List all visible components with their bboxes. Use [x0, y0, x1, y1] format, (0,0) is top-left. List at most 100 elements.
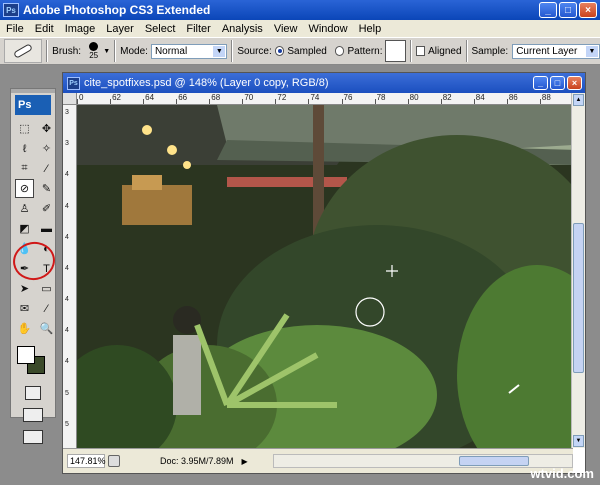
ruler-v-label: 4 — [65, 202, 69, 210]
brush-tip-icon — [89, 42, 99, 51]
aligned-label: Aligned — [428, 45, 462, 57]
crop-tool-icon[interactable]: ⌗ — [15, 159, 34, 178]
menu-analysis[interactable]: Analysis — [222, 23, 263, 35]
ruler-v-label: 5 — [65, 389, 69, 397]
watermark: wtvid.com — [530, 466, 594, 481]
image-canvas[interactable] — [77, 105, 573, 448]
ruler-h-label: 74 — [310, 93, 320, 102]
pattern-radio[interactable] — [334, 46, 345, 56]
zoom-tool-icon[interactable]: 🔍 — [37, 319, 56, 338]
menu-view[interactable]: View — [274, 23, 298, 35]
ruler-h-label: 80 — [409, 93, 419, 102]
doc-close-button[interactable]: × — [567, 76, 582, 90]
menu-bar: File Edit Image Layer Select Filter Anal… — [0, 20, 600, 37]
scroll-down-icon[interactable]: ▼ — [573, 435, 584, 447]
horizontal-scrollbar[interactable] — [273, 454, 573, 468]
menu-window[interactable]: Window — [308, 23, 347, 35]
ruler-v-label: 4 — [65, 233, 69, 241]
ruler-h-label: 76 — [343, 93, 353, 102]
ruler-h-label: 72 — [277, 93, 287, 102]
menu-layer[interactable]: Layer — [106, 23, 134, 35]
sample-select[interactable]: Current Layer ▼ — [512, 43, 600, 59]
app-title-bar: Ps Adobe Photoshop CS3 Extended _ □ × — [0, 0, 600, 20]
gradient-tool-icon[interactable]: ▬ — [37, 219, 56, 238]
path-selection-tool-icon[interactable]: ➤ — [15, 279, 34, 298]
ruler-v-label: 3 — [65, 109, 69, 116]
horizontal-ruler[interactable]: 0 62 64 66 68 70 72 74 76 78 80 82 84 86 88 — [77, 93, 573, 105]
ruler-h-label: 70 — [244, 93, 254, 102]
eyedropper-sample-tool-icon[interactable]: ⁄ — [37, 299, 56, 318]
horizontal-scroll-thumb[interactable] — [459, 456, 529, 466]
menu-edit[interactable]: Edit — [35, 23, 54, 35]
mode-label: Mode: — [120, 45, 148, 57]
move-tool-icon[interactable]: ✥ — [37, 119, 56, 138]
ruler-v-label: 3 — [65, 140, 69, 148]
brush-picker[interactable]: 25 — [85, 42, 102, 60]
magic-wand-tool-icon[interactable]: ✧ — [37, 139, 56, 158]
eyedropper-tool-icon[interactable]: ⁄ — [37, 159, 56, 178]
ruler-h-label: 66 — [178, 93, 188, 102]
clone-stamp-tool-icon[interactable]: ♙ — [15, 199, 34, 218]
ruler-v-label: 4 — [65, 358, 69, 366]
ruler-h-label: 62 — [112, 93, 121, 102]
menu-image[interactable]: Image — [65, 23, 96, 35]
menu-filter[interactable]: Filter — [186, 23, 210, 35]
vertical-scrollbar[interactable]: ▲ ▼ — [571, 93, 585, 448]
chevron-down-icon: ▼ — [585, 45, 598, 57]
document-window: Ps cite_spotfixes.psd @ 148% (Layer 0 co… — [62, 72, 586, 474]
shape-tool-icon[interactable]: ▭ — [37, 279, 56, 298]
source-label: Source: — [237, 45, 272, 57]
brush-dropdown-icon[interactable]: ▼ — [103, 48, 110, 55]
pattern-picker[interactable] — [384, 40, 406, 62]
document-title-bar[interactable]: Ps cite_spotfixes.psd @ 148% (Layer 0 co… — [63, 73, 585, 93]
sample-value: Current Layer — [516, 45, 578, 57]
menu-file[interactable]: File — [6, 23, 24, 35]
ruler-h-label: 78 — [376, 93, 386, 102]
ruler-h-label: 64 — [145, 93, 155, 102]
pattern-label: Pattern: — [347, 45, 383, 57]
notes-tool-icon[interactable]: ✉ — [15, 299, 34, 318]
doc-maximize-button[interactable]: □ — [550, 76, 565, 90]
lasso-tool-icon[interactable]: ℓ — [15, 139, 34, 158]
ruler-v-label: 4 — [65, 327, 69, 335]
edit-in-imageready-icon[interactable] — [23, 430, 43, 444]
spot-healing-brush-tool-icon[interactable]: ⊘ — [15, 179, 34, 198]
document-info: Doc: 3.95M/7.89M — [160, 456, 234, 466]
vertical-scroll-thumb[interactable] — [573, 223, 584, 373]
doc-minimize-button[interactable]: _ — [533, 76, 548, 90]
eraser-tool-icon[interactable]: ◩ — [15, 219, 34, 238]
color-swatches — [15, 344, 51, 380]
menu-select[interactable]: Select — [145, 23, 176, 35]
vertical-ruler[interactable]: 3 3 4 4 4 4 4 4 4 5 5 — [63, 105, 77, 448]
minimize-button[interactable]: _ — [539, 2, 557, 18]
mode-select[interactable]: Normal ▼ — [150, 43, 228, 59]
chevron-down-icon: ▼ — [213, 45, 226, 57]
quick-mask-icon[interactable] — [25, 386, 41, 400]
ruler-v-label: 4 — [65, 171, 69, 179]
ruler-h-label: 86 — [508, 93, 518, 102]
status-info-icon[interactable] — [108, 455, 120, 467]
zoom-field[interactable]: 147.81% — [67, 454, 106, 468]
ruler-v-label: 5 — [65, 420, 69, 428]
scroll-up-icon[interactable]: ▲ — [573, 94, 584, 106]
marquee-tool-icon[interactable]: ⬚ — [15, 119, 34, 138]
document-title: cite_spotfixes.psd @ 148% (Layer 0 copy,… — [84, 77, 329, 89]
sampled-radio[interactable] — [274, 46, 285, 56]
screen-mode-icon[interactable] — [23, 408, 43, 422]
tool-preset-picker[interactable] — [4, 39, 43, 63]
app-title: Adobe Photoshop CS3 Extended — [23, 3, 211, 17]
aligned-checkbox[interactable] — [415, 46, 426, 56]
zoom-value: 147.81% — [70, 456, 106, 466]
menu-help[interactable]: Help — [359, 23, 382, 35]
ruler-origin[interactable] — [63, 93, 77, 105]
maximize-button[interactable]: □ — [559, 2, 577, 18]
ruler-h-label: 0 — [79, 93, 84, 102]
close-button[interactable]: × — [579, 2, 597, 18]
history-brush-tool-icon[interactable]: ✐ — [37, 199, 56, 218]
foreground-color-swatch[interactable] — [17, 346, 35, 364]
brush-tool-icon[interactable]: ✎ — [37, 179, 56, 198]
status-menu-arrow-icon[interactable]: ▶ — [242, 457, 248, 466]
ruler-v-label: 4 — [65, 264, 69, 272]
toolbox-grip[interactable] — [11, 89, 55, 93]
hand-tool-icon[interactable]: ✋ — [15, 319, 34, 338]
